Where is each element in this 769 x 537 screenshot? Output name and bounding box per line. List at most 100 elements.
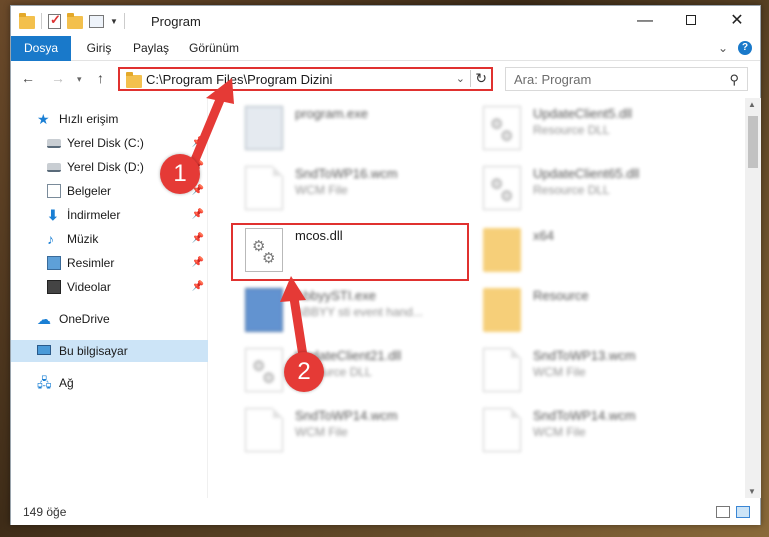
- refresh-icon[interactable]: ↻: [470, 70, 487, 87]
- sidebar-item-label: Belgeler: [67, 184, 112, 198]
- document-icon: [47, 184, 61, 198]
- close-button[interactable]: ✕: [714, 6, 760, 36]
- address-dropdown-chevron-icon[interactable]: ⌄: [456, 72, 465, 85]
- file-icon: [483, 348, 521, 392]
- scroll-down-icon[interactable]: ▼: [748, 487, 756, 496]
- sidebar-item-label: Resimler: [67, 256, 115, 270]
- details-view-icon[interactable]: [716, 506, 730, 518]
- file-item[interactable]: x64: [483, 226, 723, 276]
- sidebar-item-downloads[interactable]: ⬇ İndirmeler 📌: [11, 204, 208, 226]
- dll-file-icon: ⚙ ⚙: [483, 166, 521, 210]
- sidebar-item-music[interactable]: ♪ Müzik 📌: [11, 228, 208, 250]
- file-icon: [245, 408, 283, 452]
- sidebar-item-onedrive[interactable]: ☁ OneDrive: [11, 308, 208, 330]
- disk-icon: [47, 139, 61, 148]
- exe-file-icon: [245, 288, 283, 332]
- file-name: SndToWP16.wcm: [295, 166, 398, 181]
- sidebar-item-this-pc[interactable]: Bu bilgisayar: [11, 340, 208, 362]
- sidebar-item-label: İndirmeler: [67, 208, 121, 222]
- file-item[interactable]: SndToWP14.wcm WCM File: [483, 406, 723, 456]
- scroll-up-icon[interactable]: ▲: [748, 100, 756, 109]
- pin-icon[interactable]: 📌: [192, 228, 204, 250]
- file-name: x64: [533, 228, 554, 243]
- vertical-scrollbar[interactable]: ▲ ▼: [745, 98, 761, 498]
- expand-ribbon-chevron-icon[interactable]: ⌄: [718, 41, 728, 55]
- recent-locations-button[interactable]: ▾: [77, 74, 82, 85]
- address-bar[interactable]: C:\Program Files\Program Dizini ⌄ ↻: [118, 67, 493, 91]
- help-icon[interactable]: ?: [738, 41, 752, 55]
- pin-icon[interactable]: 📌: [192, 276, 204, 298]
- scroll-thumb[interactable]: [748, 116, 758, 168]
- file-description: Resource DLL: [533, 123, 610, 137]
- tab-view[interactable]: Görünüm: [183, 36, 245, 61]
- ribbon-tabs: Dosya Giriş Paylaş Görünüm ⌄ ?: [11, 36, 760, 61]
- new-folder-icon[interactable]: [67, 12, 83, 29]
- star-icon: ★: [37, 111, 50, 127]
- sidebar-item-network[interactable]: 🖧 Ağ: [11, 372, 208, 394]
- file-name: UpdateClient5.dll: [533, 106, 633, 121]
- file-name: AbbyySTI.exe: [295, 288, 376, 303]
- file-description: Resource DLL: [533, 183, 610, 197]
- file-item[interactable]: Resource: [483, 286, 723, 336]
- music-icon: ♪: [47, 231, 54, 247]
- up-button[interactable]: ↑: [97, 70, 104, 86]
- file-item-mcos-dll[interactable]: ⚙ ⚙ mcos.dll: [245, 226, 485, 276]
- file-item[interactable]: ⚙ ⚙ UpdateClient21.dll Resource DLL: [245, 346, 485, 396]
- back-button[interactable]: ←: [21, 70, 35, 86]
- tab-share[interactable]: Paylaş: [125, 36, 177, 61]
- dll-file-icon: ⚙ ⚙: [245, 228, 283, 272]
- folder-icon: [483, 228, 521, 272]
- file-name: Resource: [533, 288, 589, 303]
- toolbar-separator: [123, 13, 125, 29]
- title-bar: ▼ Program — ✕: [11, 6, 760, 36]
- file-item[interactable]: ⚙ ⚙ UpdateClient5.dll Resource DLL: [483, 104, 723, 154]
- minimize-button[interactable]: —: [622, 6, 668, 36]
- file-item[interactable]: SndToWP13.wcm WCM File: [483, 346, 723, 396]
- file-icon: [245, 166, 283, 210]
- tab-file[interactable]: Dosya: [11, 36, 71, 61]
- search-box[interactable]: Ara: Program ⚲: [505, 67, 748, 91]
- maximize-button[interactable]: [668, 6, 714, 36]
- download-icon: ⬇: [47, 207, 59, 223]
- pin-icon[interactable]: 📌: [192, 204, 204, 226]
- dll-file-icon: ⚙ ⚙: [483, 106, 521, 150]
- cloud-icon: ☁: [37, 311, 51, 327]
- file-item[interactable]: SndToWP16.wcm WCM File: [245, 164, 485, 214]
- network-icon: 🖧: [37, 375, 52, 390]
- sidebar-item-label: Ağ: [59, 376, 74, 390]
- item-count: 149 öğe: [23, 505, 67, 519]
- folder-icon: [483, 288, 521, 332]
- sidebar-item-label: Hızlı erişim: [59, 112, 119, 126]
- pin-icon[interactable]: 📌: [192, 252, 204, 274]
- pin-icon[interactable]: 📌: [192, 132, 204, 154]
- file-item[interactable]: AbbyySTI.exe ABBYY sti event hand...: [245, 286, 485, 336]
- ribbon-controls: ⌄ ?: [718, 41, 752, 55]
- file-item[interactable]: program.exe: [245, 104, 485, 154]
- step-2-badge: 2: [284, 352, 324, 392]
- sidebar-item-videos[interactable]: Videolar 📌: [11, 276, 208, 298]
- file-name: SndToWP14.wcm: [533, 408, 636, 423]
- file-item[interactable]: SndToWP14.wcm WCM File: [245, 406, 485, 456]
- address-path[interactable]: C:\Program Files\Program Dizini: [146, 72, 332, 87]
- sidebar-item-quick-access[interactable]: ★ Hızlı erişim: [11, 108, 208, 130]
- window-title: Program: [151, 14, 201, 29]
- forward-button[interactable]: →: [51, 70, 65, 86]
- rename-icon[interactable]: [89, 14, 104, 28]
- file-icon: [483, 408, 521, 452]
- file-list: program.exe ⚙ ⚙ UpdateClient5.dll Resourc…: [209, 98, 745, 498]
- customize-toolbar-chevron-icon[interactable]: ▼: [110, 17, 118, 26]
- sidebar-item-label: Müzik: [67, 232, 99, 246]
- sidebar-item-local-disk-c[interactable]: Yerel Disk (C:) 📌: [11, 132, 208, 154]
- file-name: UpdateClient65.dll: [533, 166, 640, 181]
- maximize-icon: [686, 15, 696, 25]
- search-placeholder[interactable]: Ara: Program: [514, 72, 591, 87]
- explorer-window: ▼ Program — ✕ Dosya Giriş Paylaş Görünüm…: [10, 5, 761, 525]
- tab-home[interactable]: Giriş: [79, 36, 119, 61]
- properties-check-icon[interactable]: [48, 12, 61, 29]
- search-icon[interactable]: ⚲: [729, 72, 739, 88]
- exe-file-icon: [245, 106, 283, 150]
- file-description: WCM File: [533, 365, 586, 379]
- sidebar-item-pictures[interactable]: Resimler 📌: [11, 252, 208, 274]
- large-icons-view-icon[interactable]: [736, 506, 750, 518]
- file-item[interactable]: ⚙ ⚙ UpdateClient65.dll Resource DLL: [483, 164, 723, 214]
